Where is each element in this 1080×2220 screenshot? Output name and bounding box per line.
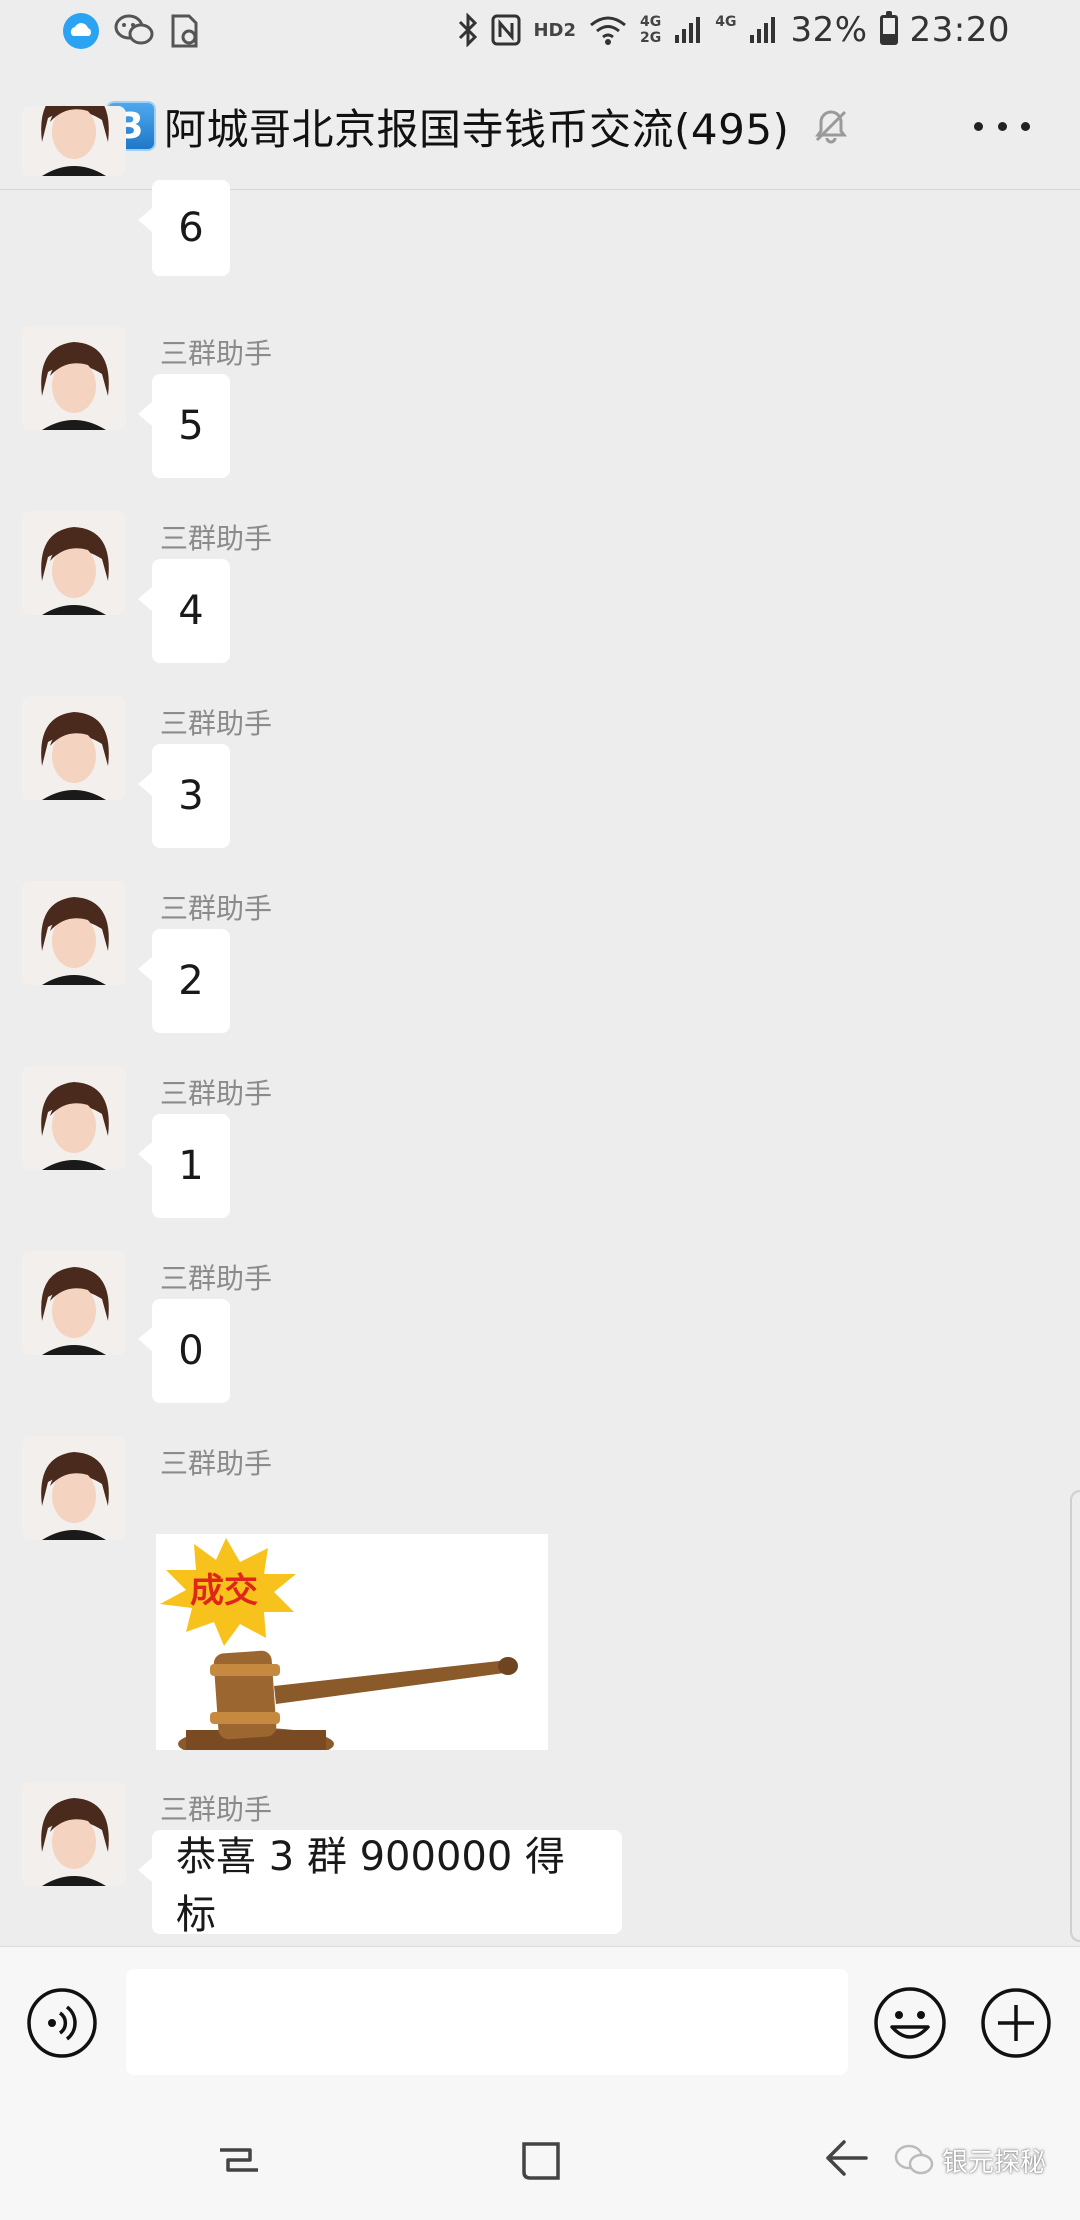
avatar[interactable] bbox=[22, 1782, 126, 1886]
message-item: 三群助手 恭喜 3 群 900000 得标 bbox=[0, 1776, 1080, 1946]
recent-apps-icon[interactable] bbox=[214, 2136, 264, 2186]
message-text: 恭喜 3 群 900000 得标 bbox=[176, 1834, 566, 1938]
signal-icon bbox=[750, 17, 776, 43]
sender-name: 三群助手 bbox=[160, 892, 273, 925]
avatar[interactable] bbox=[22, 511, 126, 615]
watermark-text: 银元探秘 bbox=[941, 2148, 1046, 2178]
network-hd-label: HD2 bbox=[533, 19, 576, 41]
wifi-icon bbox=[590, 16, 626, 45]
gavel-image: 成交 bbox=[156, 1534, 548, 1750]
message-item: 三群助手 4 bbox=[0, 505, 1080, 685]
system-nav-bar: 银元探秘 bbox=[0, 2096, 1080, 2220]
message-bubble[interactable]: 4 bbox=[138, 559, 230, 663]
message-item: 6 bbox=[0, 106, 1080, 298]
message-text: 5 bbox=[178, 403, 204, 449]
net-4g-second-label: 4G bbox=[715, 14, 737, 30]
message-item: 三群助手 0 bbox=[0, 1245, 1080, 1425]
sender-name: 三群助手 bbox=[160, 1077, 273, 1110]
message-text: 2 bbox=[178, 958, 204, 1004]
avatar[interactable] bbox=[22, 1436, 126, 1540]
battery-icon bbox=[879, 11, 898, 45]
file-icon bbox=[171, 14, 198, 48]
net-4g-label: 4G bbox=[639, 14, 662, 30]
chat-input-bar bbox=[0, 1946, 1080, 2096]
deal-stamp-text: 成交 bbox=[190, 1571, 258, 1611]
cloud-icon bbox=[63, 13, 99, 49]
message-bubble[interactable]: 5 bbox=[138, 374, 230, 478]
message-item: 三群助手 成交 bbox=[0, 1430, 1080, 1750]
watermark: 银元探秘 bbox=[894, 2142, 1046, 2179]
avatar[interactable] bbox=[22, 1066, 126, 1170]
wechat-icon bbox=[114, 14, 154, 45]
message-text: 4 bbox=[178, 588, 204, 634]
message-item: 三群助手 3 bbox=[0, 690, 1080, 870]
message-text: 1 bbox=[178, 1143, 204, 1189]
sender-name: 三群助手 bbox=[160, 707, 273, 740]
signal-icon bbox=[675, 17, 701, 43]
message-bubble[interactable]: 恭喜 3 群 900000 得标 bbox=[138, 1830, 622, 1938]
message-input[interactable] bbox=[126, 1969, 848, 2075]
avatar[interactable] bbox=[22, 696, 126, 800]
net-2g-label: 2G bbox=[639, 30, 662, 46]
message-bubble[interactable]: 1 bbox=[138, 1114, 230, 1218]
message-text: 6 bbox=[178, 205, 204, 251]
sender-name: 三群助手 bbox=[160, 1793, 273, 1826]
system-back-icon[interactable] bbox=[820, 2132, 872, 2184]
message-item: 三群助手 5 bbox=[0, 320, 1080, 500]
clock: 23:20 bbox=[909, 10, 1010, 50]
message-bubble[interactable]: 6 bbox=[138, 180, 230, 276]
message-bubble[interactable]: 0 bbox=[138, 1299, 230, 1403]
message-text: 3 bbox=[178, 773, 204, 819]
scroll-indicator[interactable] bbox=[1070, 1490, 1080, 1942]
avatar[interactable] bbox=[22, 326, 126, 430]
auction-image-message[interactable]: 成交 bbox=[156, 1534, 548, 1750]
emoji-icon[interactable] bbox=[872, 1985, 948, 2061]
voice-input-icon[interactable] bbox=[26, 1987, 98, 2059]
avatar[interactable] bbox=[22, 881, 126, 985]
message-item: 三群助手 1 bbox=[0, 1060, 1080, 1240]
more-functions-icon[interactable] bbox=[980, 1987, 1052, 2059]
status-bar: HD2 4G 2G 4G 32% 23:20 bbox=[0, 0, 1080, 62]
avatar[interactable] bbox=[22, 106, 126, 176]
sender-name: 三群助手 bbox=[160, 522, 273, 555]
home-icon[interactable] bbox=[516, 2136, 566, 2186]
wechat-icon bbox=[894, 2144, 934, 2174]
sender-name: 三群助手 bbox=[160, 1447, 273, 1480]
message-bubble[interactable]: 3 bbox=[138, 744, 230, 848]
message-item: 三群助手 2 bbox=[0, 875, 1080, 1055]
avatar[interactable] bbox=[22, 1251, 126, 1355]
message-text: 0 bbox=[178, 1328, 204, 1374]
nfc-icon bbox=[491, 14, 521, 46]
sender-name: 三群助手 bbox=[160, 1262, 273, 1295]
sender-name: 三群助手 bbox=[160, 337, 273, 370]
battery-percent: 32% bbox=[790, 10, 868, 50]
bluetooth-icon bbox=[459, 13, 478, 47]
message-bubble[interactable]: 2 bbox=[138, 929, 230, 1033]
